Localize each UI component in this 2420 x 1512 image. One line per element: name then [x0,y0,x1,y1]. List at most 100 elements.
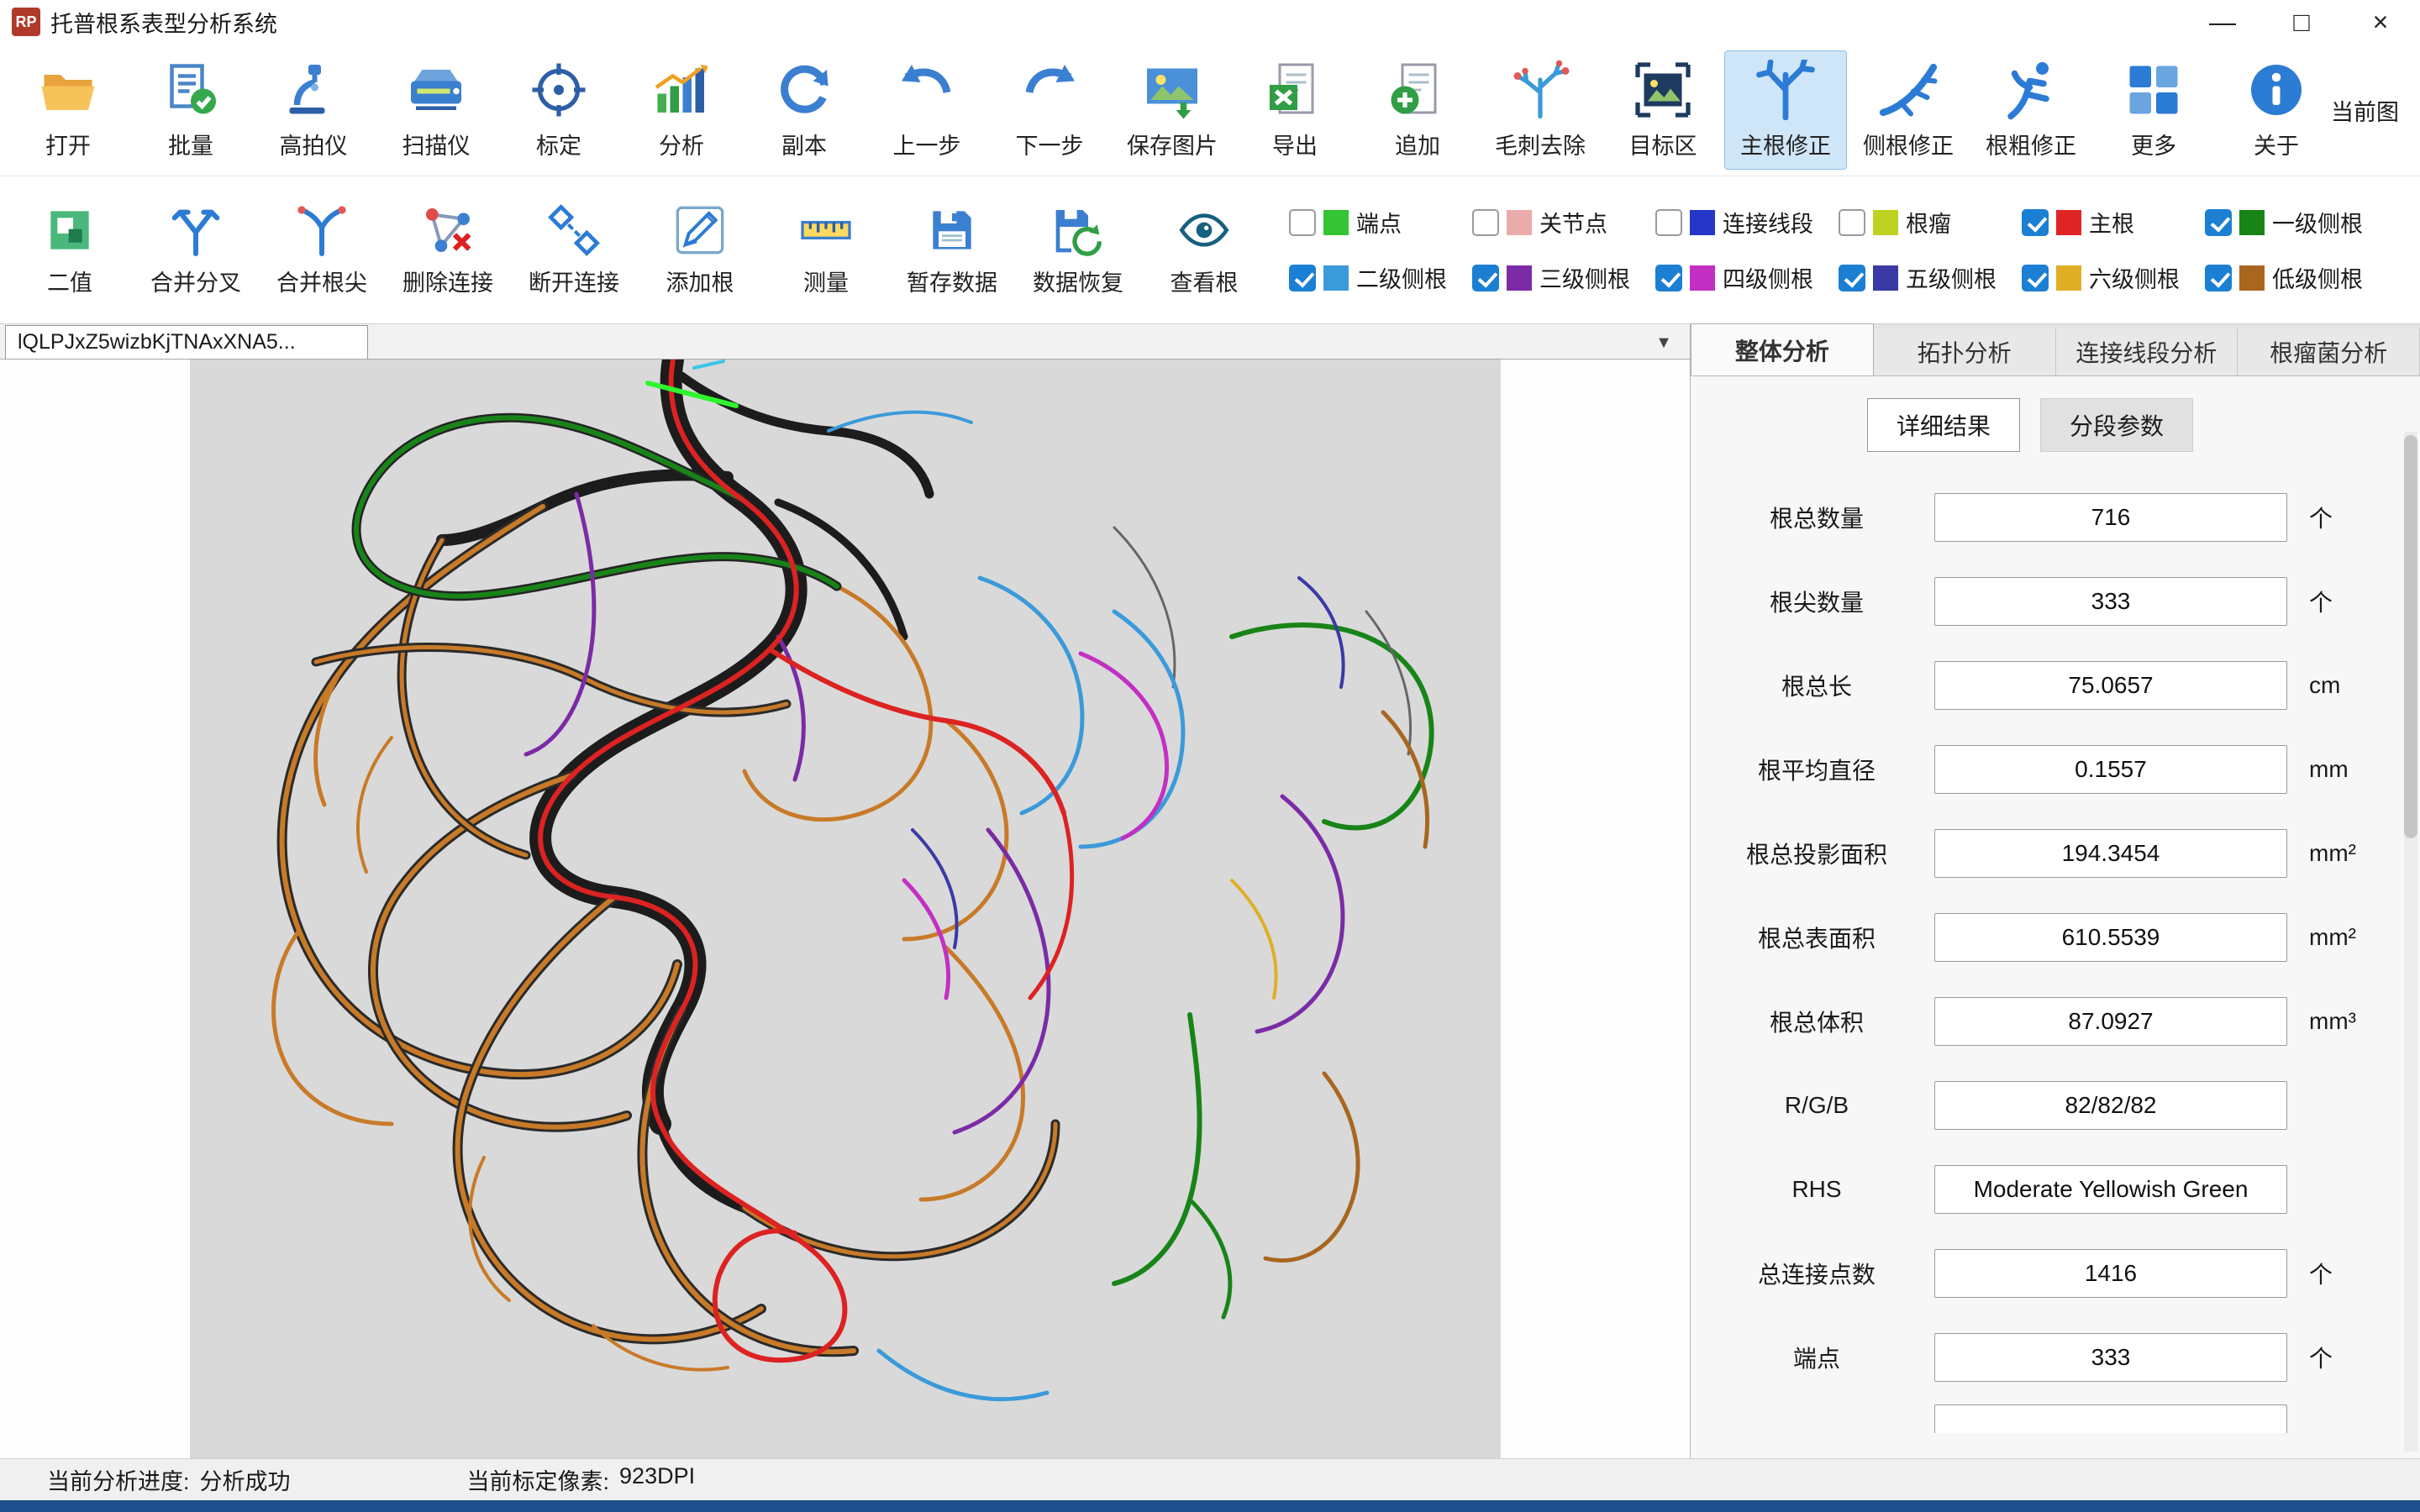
root-surface-area-input[interactable] [1934,913,2287,962]
param-row-rhs: RHS [1699,1147,2420,1231]
analyze-label: 分析 [659,128,704,160]
close-button[interactable]: × [2341,0,2420,44]
lateral-3-checkbox[interactable] [1472,265,1499,291]
scanner-button[interactable]: 扫描仪 [375,50,497,170]
legend-item-lateral-4: 四级侧根 [1655,250,1839,306]
measure-ruler-icon [799,202,853,258]
about-button[interactable]: 关于 [2215,50,2338,170]
tab-topology-analysis[interactable]: 拓扑分析 [1874,328,2056,375]
stash-data-label: 暂存数据 [907,265,997,297]
open-button[interactable]: 打开 [7,50,129,170]
root-avg-diameter-input[interactable] [1934,745,2287,794]
root-scan-image[interactable] [190,360,1501,1458]
tab-nodule-analysis[interactable]: 根瘤菌分析 [2238,328,2420,375]
root-projected-area-input[interactable] [1934,829,2287,878]
connection-points-input[interactable] [1934,1249,2287,1298]
merge-fork-button[interactable]: 合并分叉 [133,187,259,313]
redo-label: 下一步 [1016,128,1084,160]
restore-data-button[interactable]: 数据恢复 [1015,187,1141,313]
view-root-button[interactable]: 查看根 [1141,187,1267,313]
tab-list-dropdown-button[interactable]: ▼ [1648,331,1680,354]
more-button[interactable]: 更多 [2092,50,2215,170]
main-root-checkbox[interactable] [2022,209,2049,236]
batch-button[interactable]: 批量 [129,50,252,170]
calibration-button[interactable]: 标定 [497,50,620,170]
analyze-button[interactable]: 分析 [620,50,743,170]
lateral-4-checkbox[interactable] [1655,265,1682,291]
analysis-panel-body: 详细结果 分段参数 根总数量 个 根尖数量 个 根总长 cm [1691,376,2420,1458]
endpoint-checkbox[interactable] [1289,209,1316,236]
lateral-2-color-swatch [1323,265,1349,291]
endpoints-input[interactable] [1934,1333,2287,1382]
document-camera-button[interactable]: 高拍仪 [252,50,375,170]
burr-removal-button[interactable]: 毛刺去除 [1479,50,1602,170]
view-root-label: 查看根 [1171,265,1239,297]
segment-params-button[interactable]: 分段参数 [2040,398,2193,452]
param-unit: cm [2287,672,2380,699]
root-volume-input[interactable] [1934,997,2287,1046]
measure-label: 测量 [803,265,849,297]
segment-checkbox[interactable] [1655,209,1682,236]
lateral-3-color-swatch [1507,265,1532,291]
main-root-edit-button[interactable]: 主根修正 [1724,50,1847,170]
lateral-1-checkbox[interactable] [2205,209,2232,236]
current-image-label: 当前图 [2331,94,2418,127]
progress-value: 分析成功 [200,1463,291,1496]
root-thickness-edit-label: 根粗修正 [1986,128,2076,160]
analysis-chart-icon [651,59,712,121]
add-root-button[interactable]: 添加根 [637,187,763,313]
tab-segment-analysis[interactable]: 连接线段分析 [2056,328,2238,375]
maximize-button[interactable]: □ [2262,0,2341,44]
joint-checkbox[interactable] [1472,209,1499,236]
lateral-6-checkbox[interactable] [2022,265,2049,291]
scrollbar-thumb[interactable] [2404,435,2417,838]
minimize-button[interactable]: — [2183,0,2262,44]
detailed-results-button[interactable]: 详细结果 [1867,398,2020,452]
image-tab[interactable]: lQLPJxZ5wizbKjTNAxXNA5... [5,325,368,359]
save-image-button[interactable]: 保存图片 [1111,50,1234,170]
export-label: 导出 [1272,128,1318,160]
root-tip-count-input[interactable] [1934,577,2287,626]
lateral-4-label: 四级侧根 [1723,261,1813,294]
add-root-label: 添加根 [666,265,734,297]
param-row-endpoints: 端点 个 [1699,1315,2420,1399]
rhs-input[interactable] [1934,1165,2287,1214]
param-label: 根总数量 [1699,501,1934,534]
delete-connection-button[interactable]: 删除连接 [385,187,511,313]
nodule-label: 根瘤 [1906,206,1951,239]
binarize-button[interactable]: 二值 [7,187,133,313]
measure-button[interactable]: 测量 [763,187,889,313]
redo-button[interactable]: 下一步 [988,50,1111,170]
image-canvas[interactable] [0,360,1690,1458]
binarize-icon [43,202,97,258]
merge-tip-button[interactable]: 合并根尖 [259,187,385,313]
lateral-5-checkbox[interactable] [1839,265,1865,291]
export-button[interactable]: 导出 [1234,50,1356,170]
calibration-target-icon [529,59,589,121]
tab-overall-analysis[interactable]: 整体分析 [1691,323,1874,375]
legend-item-nodule: 根瘤 [1839,195,2022,250]
param-unit: mm² [2287,840,2380,867]
panel-scrollbar[interactable] [2404,432,2417,1452]
lateral-root-edit-button[interactable]: 侧根修正 [1847,50,1970,170]
nodule-checkbox[interactable] [1839,209,1865,236]
partial-next-input[interactable] [1934,1404,2287,1433]
lateral-4-color-swatch [1690,265,1715,291]
undo-button[interactable]: 上一步 [865,50,988,170]
disconnect-button[interactable]: 断开连接 [511,187,637,313]
lateral-low-checkbox[interactable] [2205,265,2232,291]
rgb-input[interactable] [1934,1081,2287,1130]
stash-data-button[interactable]: 暂存数据 [889,187,1015,313]
segment-color-swatch [1690,210,1715,235]
lateral-2-checkbox[interactable] [1289,265,1316,291]
param-label: 根总长 [1699,669,1934,702]
target-area-button[interactable]: 目标区 [1602,50,1724,170]
open-label: 打开 [45,128,91,160]
root-total-length-input[interactable] [1934,661,2287,710]
param-row-root-avg-diameter: 根平均直径 mm [1699,727,2420,811]
merge-tip-label: 合并根尖 [276,265,367,297]
duplicate-button[interactable]: 副本 [743,50,865,170]
root-total-count-input[interactable] [1934,493,2287,542]
append-button[interactable]: 追加 [1356,50,1479,170]
root-thickness-edit-button[interactable]: 根粗修正 [1970,50,2092,170]
